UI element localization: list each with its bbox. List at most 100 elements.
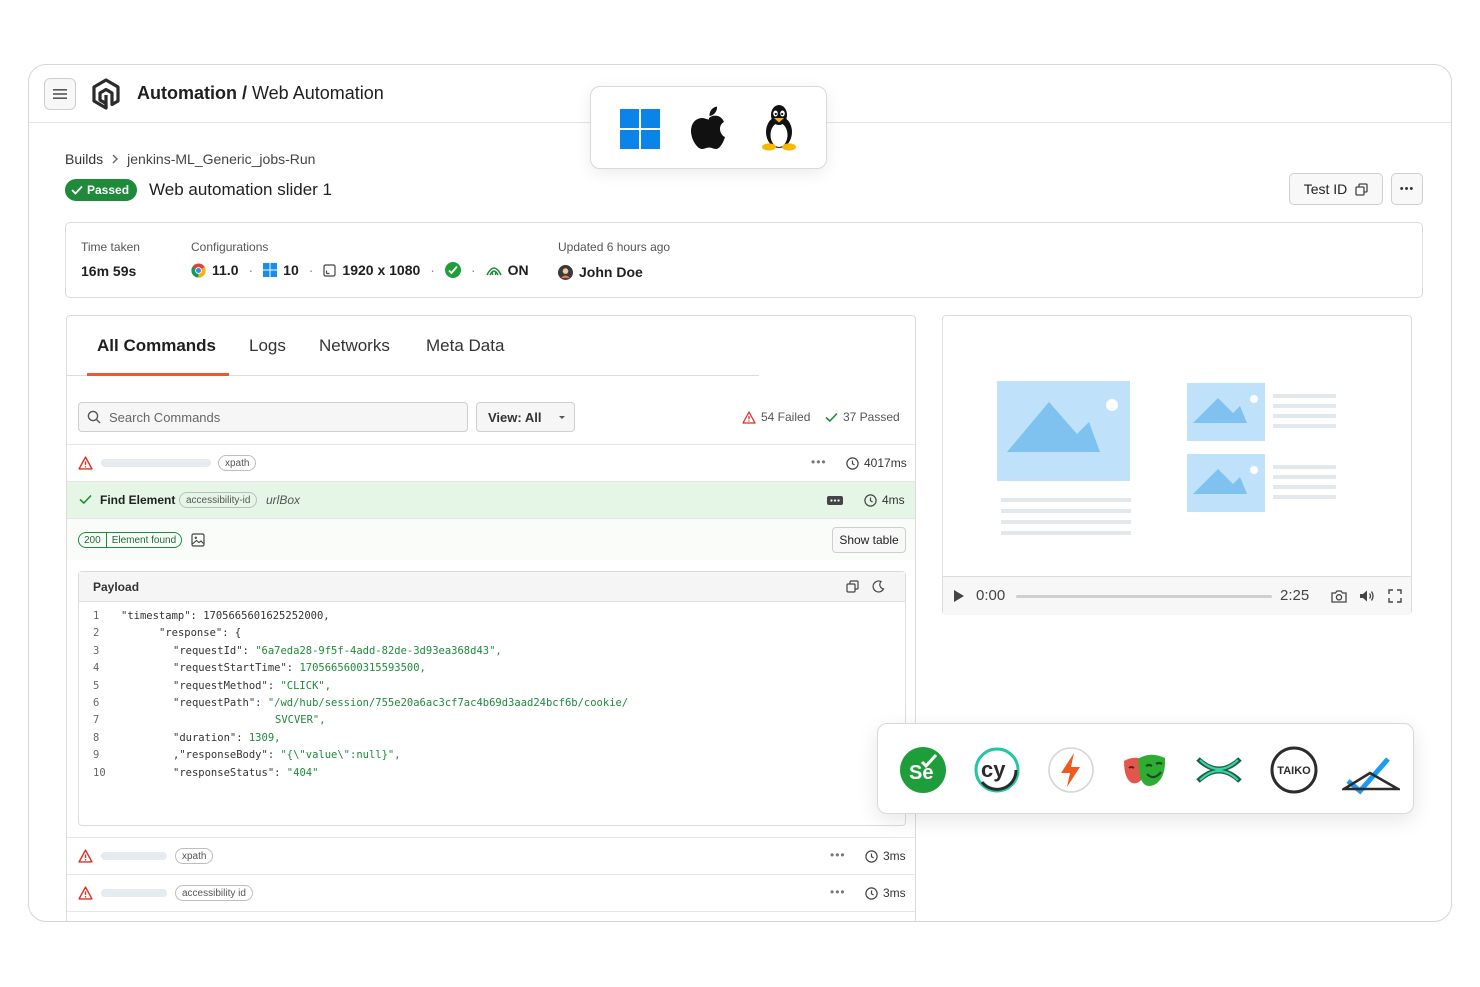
search-placeholder: Search Commands [109,409,221,425]
line-number: 7 [93,714,100,727]
video-progress-track[interactable] [1016,595,1272,598]
commands-panel: All Commands Logs Networks Meta Data Sea… [66,315,916,921]
line-number: 9 [93,749,100,762]
taiko-icon[interactable]: TAIKO [1269,745,1319,795]
view-filter-dropdown[interactable]: View: All [476,402,575,432]
testing-x-icon[interactable] [1194,745,1244,795]
breadcrumb: Builds jenkins-ML_Generic_jobs-Run [65,151,315,167]
code-text: "requestMethod": "CLICK", [173,680,331,692]
chevron-right-icon [112,154,119,164]
current-time: 0:00 [976,587,1006,604]
locator-badge: xpath [175,848,214,864]
row-more-icon[interactable]: ••• [830,848,846,862]
copy-icon[interactable] [846,580,859,593]
time-taken-text: 16m 59s [81,263,137,279]
line-number: 1 [93,610,100,622]
tab-networks[interactable]: Networks [319,336,390,356]
selenium-icon [444,262,461,278]
command-row[interactable]: accessibility id ••• 3ms [67,874,915,911]
selenium-icon[interactable]: Se [898,745,948,795]
testcafe-check-icon[interactable] [1342,745,1400,795]
chrome-icon [191,262,206,278]
command-row[interactable]: xpath ••• 3ms [67,837,915,874]
locator-badge: accessibility id [175,885,253,901]
response-status-badge: 200 Element found [78,532,183,548]
code-text: "responseStatus": "404" [173,767,318,779]
clock-icon [846,456,859,470]
command-name-placeholder [101,889,167,897]
failed-count-text: 54 Failed [761,410,811,424]
config-separator: · [308,262,314,278]
updated-label: Updated 6 hours ago [558,240,671,254]
tab-logs[interactable]: Logs [249,336,286,356]
search-input[interactable]: Search Commands [78,402,468,432]
caret-down-icon [559,416,566,419]
os-selector-popover [590,86,827,169]
row-more-icon[interactable]: ••• [830,885,846,899]
breadcrumb-builds[interactable]: Builds [65,151,103,167]
warning-icon [78,849,93,863]
apple-icon[interactable] [690,105,728,151]
camera-icon[interactable] [1331,589,1347,603]
status-badge: Passed [65,179,138,201]
tab-meta-data[interactable]: Meta Data [426,336,504,356]
cypress-label: cy [981,757,1006,782]
code-text: "requestPath": "/wd/hub/session/755e20a6… [173,697,628,709]
breadcrumb-current[interactable]: jenkins-ML_Generic_jobs-Run [127,151,315,167]
playwright-icon[interactable] [1120,745,1170,795]
command-duration: 4ms [864,493,905,507]
test-id-button[interactable]: Test ID [1289,173,1383,205]
payload-title: Payload [93,580,140,594]
video-controls: 0:00 2:25 [943,576,1411,615]
command-row-selected[interactable]: Find Element accessibility-id urlBox 4ms [67,481,915,518]
config-separator: · [248,262,254,278]
windows-icon[interactable] [620,109,660,149]
image-icon[interactable] [191,533,205,547]
linux-icon[interactable] [759,103,799,151]
volume-icon[interactable] [1359,589,1375,603]
code-text: "requestStartTime": 1705665600315593500, [173,662,426,674]
menu-button[interactable] [44,78,76,110]
code-value: "404" [286,766,319,779]
tab-all-commands[interactable]: All Commands [97,336,216,356]
code-text: SVCVER", [275,714,326,726]
user-name: John Doe [579,264,643,280]
test-title: Web automation slider 1 [149,180,333,199]
title-page: Web Automation [247,83,384,103]
command-name: Find Element [100,493,176,507]
command-name-placeholder [101,459,211,467]
active-tab-indicator [87,373,229,376]
webdriverio-lightning-icon[interactable] [1046,745,1096,795]
duration-text: 3ms [883,886,906,900]
command-row-partial [67,911,915,921]
test-info-panel: Time taken 16m 59s Configurations 11.0 ·… [65,222,1423,298]
code-key: "duration": [173,731,249,744]
test-id-label: Test ID [1303,181,1348,197]
more-icon[interactable] [827,496,843,505]
warning-icon [742,410,756,424]
total-time: 2:25 [1280,587,1310,604]
failed-count[interactable]: 54 Failed [742,410,810,424]
warning-icon [78,886,93,900]
cypress-icon[interactable]: cy [972,745,1022,795]
fullscreen-icon[interactable] [1388,589,1402,603]
more-icon: ••• [1399,183,1415,195]
more-options-button[interactable]: ••• [1391,173,1423,205]
theme-toggle-icon[interactable] [872,580,885,593]
passed-count[interactable]: 37 Passed [825,410,900,424]
code-value: "/wd/hub/session/755e20a6ac3cf7ac4b69d3a… [267,697,629,709]
play-icon[interactable] [953,589,965,603]
row-more-icon[interactable]: ••• [811,455,827,469]
resolution-icon [323,263,337,277]
check-icon [825,412,838,422]
line-number: 5 [93,679,100,692]
warning-icon [78,456,93,470]
command-name-placeholder [101,852,167,860]
command-row[interactable]: xpath ••• 4017ms [67,444,915,481]
code-value: 1309, [248,731,281,744]
code-text: "duration": 1309, [173,732,280,744]
user-value: John Doe [558,264,643,280]
avatar [558,264,573,280]
show-table-button[interactable]: Show table [832,527,906,553]
passed-count-text: 37 Passed [843,410,900,424]
